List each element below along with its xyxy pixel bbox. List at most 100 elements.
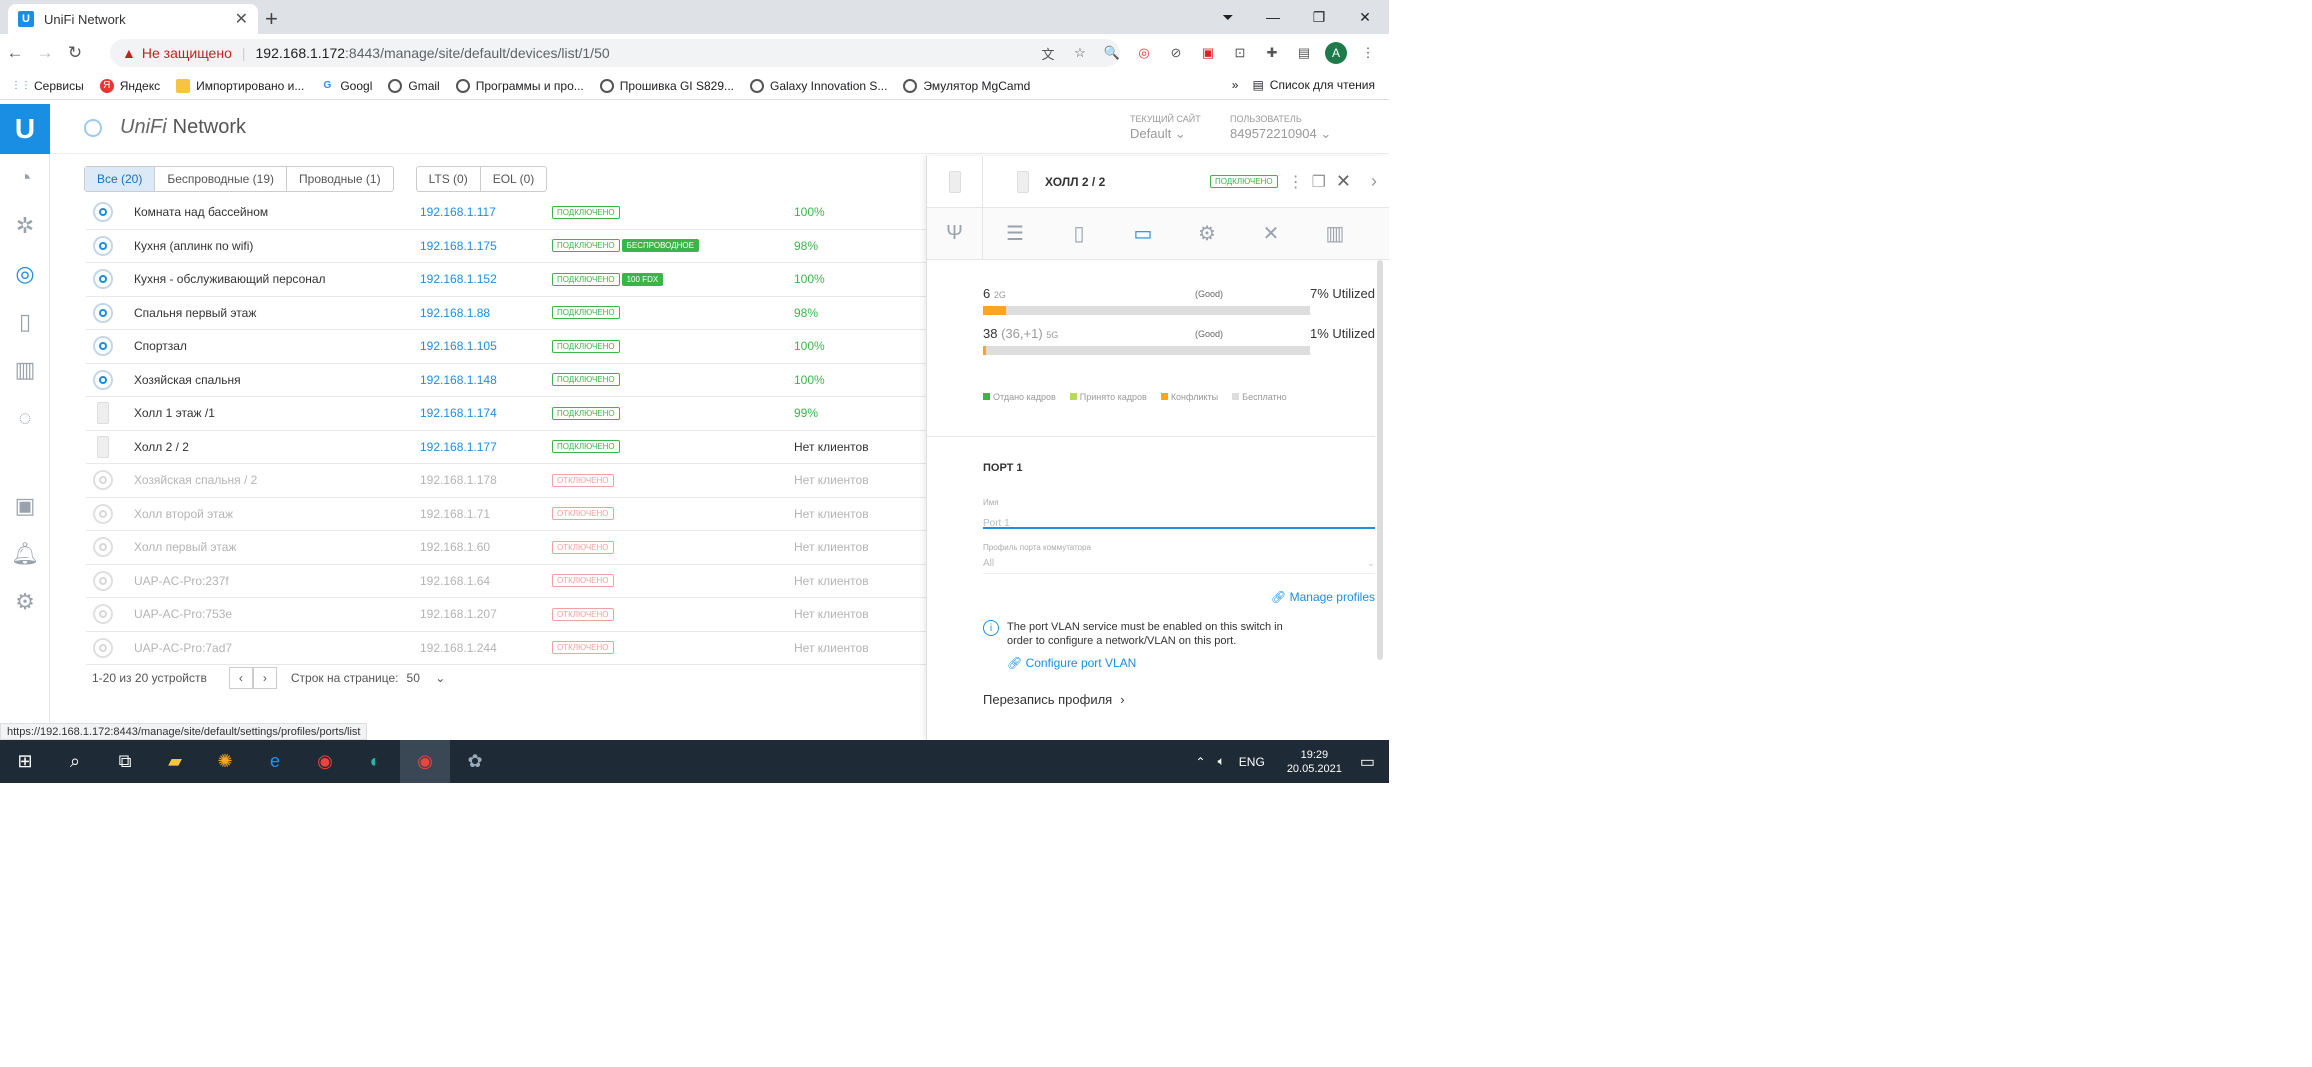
device-ip[interactable]: 192.168.1.244 — [420, 641, 497, 655]
chrome-icon[interactable]: ◉ — [300, 740, 350, 783]
menu-icon[interactable]: ⋮ — [1357, 42, 1379, 64]
device-ip[interactable]: 192.168.1.177 — [420, 440, 497, 454]
port-profile-select[interactable]: All ⌄ — [983, 552, 1375, 574]
popout-icon[interactable]: ❐ — [1312, 172, 1326, 192]
minimize-icon[interactable]: — — [1250, 0, 1296, 34]
device-ip[interactable]: 192.168.1.152 — [420, 272, 497, 286]
device-ip[interactable]: 192.168.1.105 — [420, 339, 497, 353]
table-row[interactable]: Кухня (аплинк по wifi) 192.168.1.175 ПОДКЛ… — [86, 230, 986, 263]
extension-icon[interactable]: ⊘ — [1165, 42, 1187, 64]
chevron-right-icon[interactable]: › — [1371, 171, 1377, 192]
device-ip[interactable]: 192.168.1.71 — [420, 507, 490, 521]
back-icon[interactable]: ← — [0, 43, 30, 63]
internet-explorer-icon[interactable]: e — [250, 740, 300, 783]
device-ip[interactable]: 192.168.1.207 — [420, 607, 497, 621]
address-bar[interactable]: ▲ Не защищено | 192.168.1.172:8443/manag… — [110, 39, 1120, 67]
bookmark-programs[interactable]: Программы и про... — [455, 78, 584, 93]
tab-close-icon[interactable]: ✕ — [235, 9, 248, 29]
topology-icon[interactable]: ✲ — [0, 202, 50, 250]
profile-menu-icon[interactable]: ⏷ — [1205, 0, 1251, 34]
bookmark-gmail[interactable]: Gmail — [388, 78, 440, 93]
table-row[interactable]: Спортзал 192.168.1.105 ПОДКЛЮЧЕНО 100% — [86, 330, 986, 364]
site-selector[interactable]: ТЕКУЩИЙ САЙТ Default ⌄ — [1130, 114, 1201, 142]
filter-wired[interactable]: Проводные (1) — [287, 167, 393, 191]
extension-icon[interactable]: ◎ — [1133, 42, 1155, 64]
app-icon[interactable]: ✺ — [200, 740, 250, 783]
bookmark-apps[interactable]: ⋮⋮ Сервисы — [11, 79, 84, 93]
tab-details-icon[interactable]: ☰ — [983, 208, 1047, 260]
tab-config-icon[interactable]: ⚙ — [1175, 208, 1239, 260]
device-ip[interactable]: 192.168.1.174 — [420, 406, 497, 420]
search-icon[interactable]: ⌕ — [50, 740, 100, 783]
bookmark-google[interactable]: G Googl — [320, 79, 372, 93]
translate-icon[interactable]: 文 — [1037, 42, 1059, 64]
reading-list[interactable]: » ▤ Список для чтения — [1232, 78, 1375, 92]
device-ip[interactable]: 192.168.1.88 — [420, 306, 490, 320]
table-row[interactable]: Спальня первый этаж 192.168.1.88 ПОДКЛЮЧЕН… — [86, 297, 986, 330]
maximize-icon[interactable]: ❐ — [1296, 0, 1342, 34]
device-ip[interactable]: 192.168.1.178 — [420, 473, 497, 487]
table-row[interactable]: Холл 2 / 2 192.168.1.177 ПОДКЛЮЧЕНО Нет кли… — [86, 431, 986, 464]
bookmark-imported[interactable]: Импортировано и... — [176, 78, 304, 93]
table-row[interactable]: Комната над бассейном 192.168.1.117 ПОДКЛЮ… — [86, 196, 986, 230]
tab-tools-icon[interactable]: ✕ — [1239, 208, 1303, 260]
reading-mode-icon[interactable]: ▤ — [1293, 42, 1315, 64]
panel-scrollbar[interactable] — [1377, 260, 1383, 660]
statistics-icon[interactable]: ▥ — [0, 346, 50, 394]
table-row[interactable]: Холл второй этаж 192.168.1.71 ОТКЛЮЧЕНО Нет… — [86, 498, 986, 531]
dashboard-icon[interactable]: ◔ — [0, 154, 50, 202]
profile-override-toggle[interactable]: Перезапись профиля › — [983, 692, 1375, 707]
table-row[interactable]: Холл первый этаж 192.168.1.60 ОТКЛЮЧЕНО Нет… — [86, 531, 986, 565]
table-row[interactable]: Кухня - обслуживающий персонал 192.168.1.… — [86, 263, 986, 297]
task-view-icon[interactable]: ⧉ — [100, 740, 150, 783]
bookmark-yandex[interactable]: Я Яндекс — [99, 78, 160, 93]
new-tab-icon[interactable]: + — [265, 6, 278, 32]
tab-antenna-icon[interactable]: Ψ — [927, 207, 983, 260]
notifications-icon[interactable]: ▭ — [1360, 752, 1375, 772]
bookmark-firmware[interactable]: Прошивка GI S829... — [599, 78, 734, 93]
device-ip[interactable]: 192.168.1.64 — [420, 574, 490, 588]
extension-icon[interactable]: ⊡ — [1229, 42, 1251, 64]
settings-gear-icon[interactable]: ⚙ — [0, 578, 50, 626]
extensions-puzzle-icon[interactable]: ✚ — [1261, 42, 1283, 64]
more-bookmarks-icon[interactable]: » — [1232, 78, 1239, 92]
zoom-icon[interactable]: 🔍 — [1101, 42, 1123, 64]
windows-start-icon[interactable]: ⊞ — [0, 740, 50, 783]
device-ip[interactable]: 192.168.1.117 — [420, 205, 496, 219]
user-selector[interactable]: ПОЛЬЗОВАТЕЛЬ 849572210904 ⌄ — [1230, 114, 1331, 142]
events-calendar-icon[interactable]: ▣ — [0, 482, 50, 530]
device-ip[interactable]: 192.168.1.148 — [420, 373, 497, 387]
bookmark-galaxy[interactable]: Galaxy Innovation S... — [750, 78, 887, 93]
table-row[interactable]: Холл 1 этаж /1 192.168.1.174 ПОДКЛЮЧЕНО 99% — [86, 397, 986, 431]
app-icon[interactable]: ✿ — [450, 740, 500, 783]
unifi-logo[interactable]: U — [0, 104, 50, 154]
port-name-input[interactable]: Port 1 — [983, 507, 1375, 529]
prev-page-button[interactable]: ‹ — [228, 667, 253, 689]
reload-icon[interactable]: ↻ — [60, 43, 90, 63]
table-row[interactable]: UAP-AC-Pro:7ad7 192.168.1.244 ОТКЛЮЧЕНО Нет… — [86, 632, 986, 665]
filter-lts[interactable]: LTS (0) — [417, 167, 481, 191]
manage-profiles-link[interactable]: 🔗︎ Manage profiles — [983, 588, 1375, 606]
filter-eol[interactable]: EOL (0) — [481, 167, 547, 191]
tab-ports-icon[interactable]: ▭ — [1111, 208, 1175, 260]
next-page-button[interactable]: › — [252, 667, 277, 689]
edge-icon[interactable]: ◐ — [350, 740, 400, 783]
bookmark-emulator[interactable]: Эмулятор MgCamd — [903, 78, 1030, 93]
tab-uplink-icon[interactable]: ▯ — [1047, 208, 1111, 260]
browser-tab[interactable]: U UniFi Network ✕ — [8, 4, 258, 34]
rows-per-page-select[interactable]: 50 ⌄ — [407, 671, 446, 685]
clock[interactable]: 19:29 20.05.2021 — [1287, 748, 1342, 776]
star-icon[interactable]: ☆ — [1069, 42, 1091, 64]
alerts-bell-icon[interactable]: 🔔︎ — [0, 530, 50, 578]
close-panel-icon[interactable]: ✕ — [1336, 171, 1351, 192]
table-row[interactable]: UAP-AC-Pro:753e 192.168.1.207 ОТКЛЮЧЕНО Нет… — [86, 598, 986, 632]
insights-icon[interactable]: ◌ — [0, 394, 50, 442]
devices-icon[interactable]: ◎ — [0, 250, 50, 298]
filter-all[interactable]: Все (20) — [85, 167, 156, 191]
configure-vlan-link[interactable]: 🔗︎ Configure port VLAN — [1007, 654, 1375, 672]
device-ip[interactable]: 192.168.1.175 — [420, 239, 497, 253]
more-options-icon[interactable]: ⋮ — [1288, 172, 1304, 192]
file-explorer-icon[interactable]: ▰ — [150, 740, 200, 783]
pdf-extension-icon[interactable]: ▣ — [1197, 42, 1219, 64]
window-close-icon[interactable]: ✕ — [1342, 0, 1388, 34]
